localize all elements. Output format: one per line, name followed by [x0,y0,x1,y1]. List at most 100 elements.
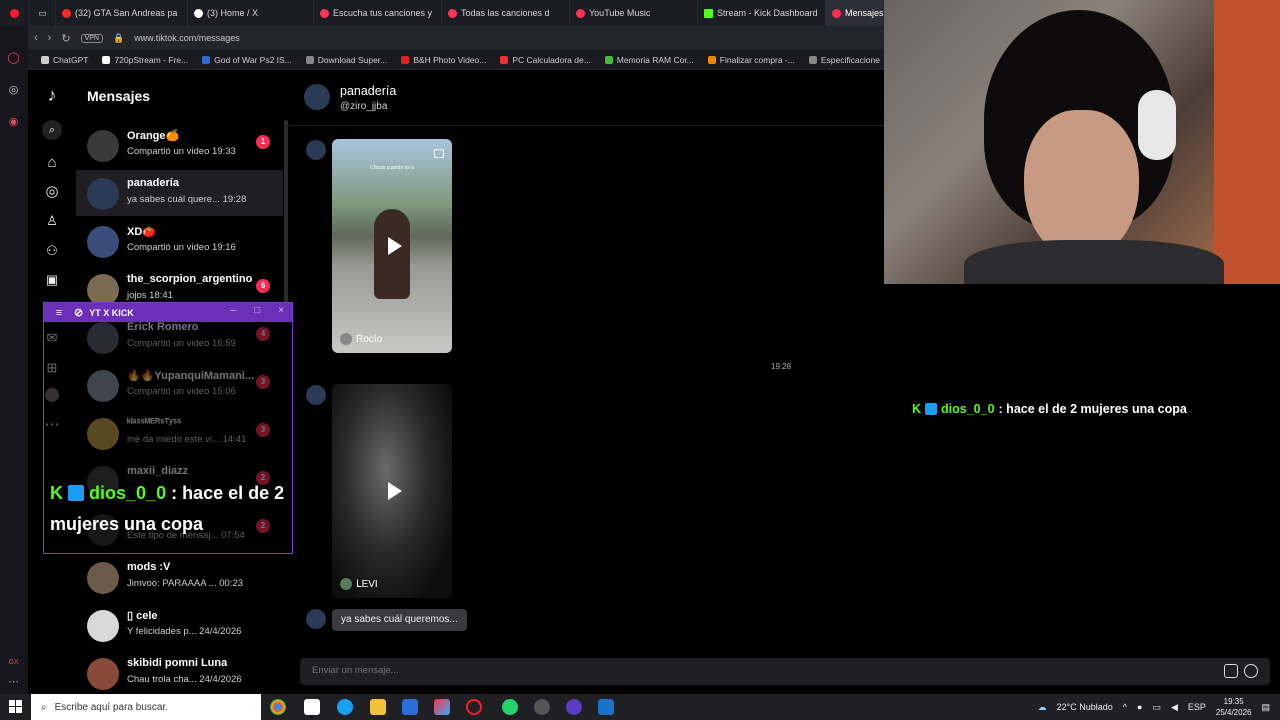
video-author: ᒪEVI [340,578,378,590]
sender-avatar[interactable] [306,609,326,629]
browser-tab-bar: ▭ (32) GTA San Andreas pa (3) Home / X E… [0,0,884,26]
ytxkick-titlebar[interactable]: ≡ ⊘ YT X KICK – □ × [44,303,292,322]
bookmark-favicon-icon [808,55,817,64]
back-icon[interactable]: ‹ [34,32,38,44]
friends-icon[interactable]: ⚇ [42,241,62,261]
app-icon[interactable] [434,699,450,715]
maximize-icon[interactable]: □ [254,305,260,316]
ytmusic-icon [448,8,457,18]
author-avatar [340,333,352,345]
bookmark-item[interactable]: ChatGPT [34,55,95,65]
reload-icon[interactable]: ↻ [61,32,70,45]
shared-video-2[interactable]: ᒪEVI [332,384,452,598]
video-caption: Chicas cuando fui a [370,165,414,171]
chat-name[interactable]: panadería [340,84,396,98]
bookmark-item[interactable]: B&H Photo Video... [394,55,493,65]
windows-start-icon[interactable] [9,700,22,713]
conversation-name: XD🍅 [127,226,156,238]
tab-todas-canciones[interactable]: Todas las canciones d [442,0,570,26]
message-input[interactable] [312,665,812,676]
tab-mensajes[interactable]: Mensajes | [826,0,884,26]
url-field[interactable]: www.tiktok.com/messages [134,33,240,43]
bookmark-item[interactable]: God of War Ps2 IS... [195,55,299,65]
message-bubble: ya sabes cuál queremos... [332,609,467,631]
edge-icon[interactable] [337,699,353,715]
bookmark-item[interactable]: Finalizar compra -... [701,55,802,65]
conversation-name: the_scorpion_argentino [127,273,253,285]
explorer-icon[interactable] [370,699,386,715]
bookmark-favicon-icon [604,55,613,64]
obs-icon[interactable] [534,699,550,715]
bookmark-item[interactable]: Memoria RAM Cor... [598,55,701,65]
taskbar-search[interactable]: ⌕ Escribe aquí para buscar. [31,694,261,720]
bookmark-item[interactable]: PC Calculadora de... [493,55,597,65]
tab-escucha[interactable]: Escucha tus canciones y [314,0,442,26]
bookmark-item[interactable]: Especificacione [802,55,887,65]
tab-youtube-music[interactable]: YouTube Music [570,0,698,26]
conversation-item[interactable]: mods :V Jimvoo: PARAAAA ... 00:23 [76,554,283,600]
play-icon[interactable] [388,237,402,255]
conversation-preview: Y felicidades p... 24/4/2026 [127,626,242,637]
emoji-icon[interactable] [1244,664,1258,678]
ytmusic-icon [320,8,329,18]
chat-handle[interactable]: @ziro_jjba [340,101,387,112]
home-icon[interactable]: ⌂ [42,153,62,173]
opera-gx-icon[interactable] [466,699,482,715]
sender-avatar[interactable] [306,140,326,160]
notifications-icon[interactable]: ▤ [1261,702,1270,713]
network-icon[interactable]: ▭ [1152,702,1161,713]
instagram-icon[interactable]: ◉ [7,116,20,129]
conversation-item[interactable]: XD🍅 Compartió un video 19:16 [76,218,283,264]
conversation-preview: ya sabes cuál quere... 19:28 [127,194,247,205]
more-icon[interactable]: ⋯ [7,676,20,689]
shared-video-1[interactable]: Chicas cuando fui a Rocío [332,139,452,353]
clock[interactable]: 19:35 25/4/2026 [1216,696,1252,718]
app-icon[interactable] [402,699,418,715]
tab-menu-icon[interactable]: ▭ [30,0,56,26]
chrome-icon[interactable] [270,699,286,715]
gx-icon[interactable]: GX [7,656,20,669]
sender-avatar[interactable] [306,385,326,405]
message-timestamp: 19:28 [771,362,792,371]
aria-icon[interactable]: ◎ [7,84,20,97]
opera-logo-icon[interactable]: ◯ [7,52,20,65]
opera-logo-icon[interactable] [0,0,30,26]
bookmark-favicon-icon [401,55,410,64]
search-icon[interactable]: ⌕ [42,120,62,140]
explore-icon[interactable]: ◎ [42,182,62,202]
page-title: Mensajes [87,88,151,104]
weather[interactable]: 22°C Nublado [1057,702,1113,712]
tray-chevron-icon[interactable]: ^ [1123,702,1127,712]
conversation-item[interactable]: ▯ cele Y felicidades p... 24/4/2026 [76,602,283,648]
close-icon[interactable]: × [278,305,284,316]
bookmark-item[interactable]: Download Super... [299,55,394,65]
vpn-badge[interactable]: VPN [80,33,103,43]
tab-x-home[interactable]: (3) Home / X [188,0,314,26]
store-icon[interactable] [304,699,320,715]
app-icon[interactable] [598,699,614,715]
bookmark-favicon-icon [102,55,111,64]
app-icon[interactable] [566,699,582,715]
chat-username: dios_0_0 [89,483,167,503]
no-camera-icon[interactable]: ⊘ [74,306,83,319]
tiktok-logo-icon[interactable]: ♪ [42,85,62,105]
whatsapp-icon[interactable] [502,699,518,715]
hamburger-menu-icon[interactable]: ≡ [44,307,74,319]
volume-icon[interactable]: ◀ [1171,702,1178,713]
tab-kick-dashboard[interactable]: Stream - Kick Dashboard [698,0,826,26]
minimize-icon[interactable]: – [231,305,237,316]
following-icon[interactable]: ♙ [42,211,62,231]
tab-gta[interactable]: (32) GTA San Andreas pa [56,0,188,26]
forward-icon[interactable]: › [48,32,52,44]
language[interactable]: ESP [1188,702,1206,712]
conversation-item[interactable]: skibidi pomni Luna Chau trola cha... 24/4… [76,650,283,696]
conversation-item[interactable]: panadería ya sabes cuál quere... 19:28 [76,170,283,216]
play-icon[interactable] [388,482,402,500]
conversation-item[interactable]: Orange🍊 Compartió un video 19:33 1 [76,122,283,168]
image-upload-icon[interactable] [1224,664,1238,678]
live-icon[interactable]: ▣ [42,270,62,290]
conversation-scrollbar[interactable] [284,120,288,310]
mic-icon[interactable]: ● [1137,702,1142,712]
chat-avatar[interactable] [304,84,330,110]
bookmark-item[interactable]: 720pStream - Fre... [95,55,195,65]
